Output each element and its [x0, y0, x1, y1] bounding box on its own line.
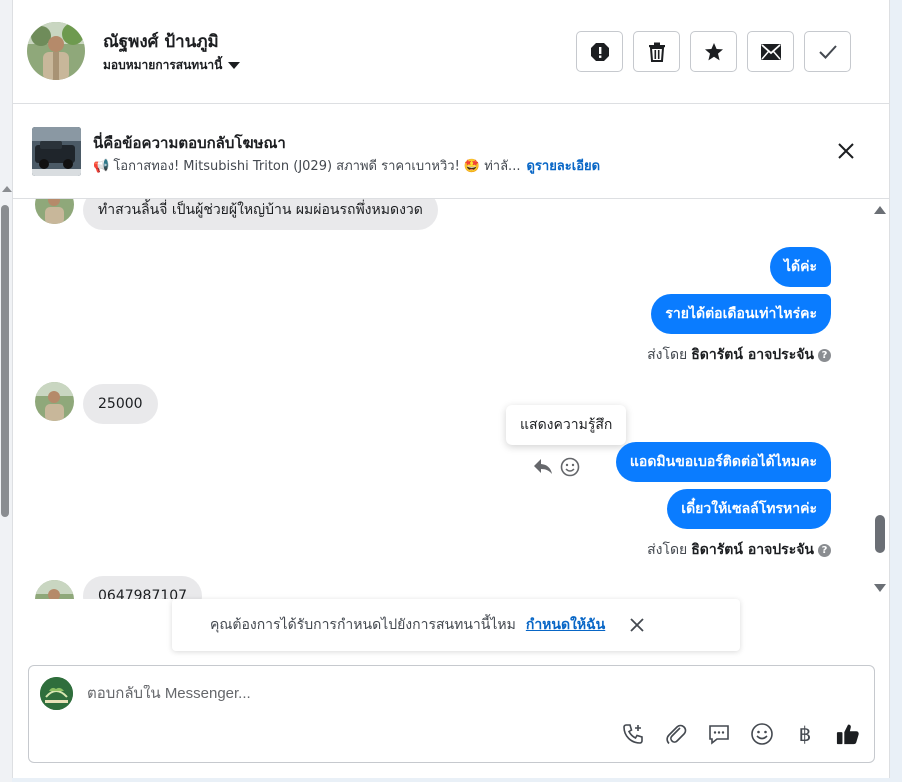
- emoji-button[interactable]: [750, 722, 774, 746]
- reply-icon: [534, 459, 552, 474]
- check-icon: [818, 44, 837, 59]
- left-scrollbar-thumb[interactable]: [1, 205, 9, 517]
- mark-unread-button[interactable]: [747, 31, 794, 72]
- paperclip-icon: [666, 724, 687, 745]
- header-actions: [576, 31, 851, 72]
- outgoing-message[interactable]: เดี๋ยวให้เซลล์โทรหาค่ะ: [667, 489, 831, 529]
- mark-done-button[interactable]: [804, 31, 851, 72]
- help-icon[interactable]: ?: [818, 543, 831, 557]
- outgoing-message[interactable]: รายได้ต่อเดือนเท่าไหร่คะ: [651, 294, 831, 334]
- ad-reply-title: นี่คือข้อความตอบกลับโฆษณา: [93, 134, 286, 152]
- conversation-header: ณัฐพงศ์ ป้านภูมิ มอบหมายการสนทนานี้: [13, 0, 889, 104]
- scroll-up-arrow[interactable]: [874, 206, 886, 214]
- outgoing-message[interactable]: ได้ค่ะ: [769, 247, 831, 287]
- ad-subtitle-text: 📢 โอกาสทอง! Mitsubishi Triton (J029) สภา…: [93, 159, 521, 174]
- incoming-message[interactable]: ทำสวนลิ้นจี่ เป็นผู้ช่วยผู้ใหญ่บ้าน ผมผ่…: [83, 199, 438, 230]
- sent-by-label: ส่งโดย ธิดารัตน์ อาจประจัน ?: [647, 344, 831, 366]
- mark-spam-button[interactable]: [576, 31, 623, 72]
- baht-icon: ฿: [798, 722, 812, 746]
- contact-avatar-small[interactable]: [35, 199, 74, 224]
- delete-button[interactable]: [633, 31, 680, 72]
- sent-by-label: ส่งโดย ธิดารัตน์ อาจประจัน ?: [647, 539, 831, 561]
- chat-bubble-icon: [709, 725, 729, 745]
- sent-by-prefix: ส่งโดย: [647, 347, 688, 363]
- composer-toolbar: ฿: [621, 722, 860, 746]
- like-button[interactable]: [836, 722, 860, 746]
- view-ad-details-link[interactable]: ดูรายละเอียด: [526, 159, 600, 174]
- mail-icon: [760, 43, 781, 60]
- message-composer: ฿: [28, 665, 875, 763]
- assign-to-me-prompt: คุณต้องการได้รับการกำหนดไปยังการสนทนานี้…: [172, 599, 740, 651]
- incoming-message[interactable]: 25000: [83, 384, 158, 424]
- star-icon: [704, 42, 723, 60]
- scrollbar-thumb[interactable]: [875, 515, 885, 553]
- scroll-down-arrow[interactable]: [874, 584, 886, 592]
- outgoing-message[interactable]: แอดมินขอเบอร์ติดต่อได้ไหมคะ: [615, 442, 831, 482]
- phone-plus-icon: [623, 724, 643, 744]
- contact-avatar-small[interactable]: [35, 382, 74, 421]
- contact-name[interactable]: ณัฐพงศ์ ป้านภูมิ: [103, 28, 219, 55]
- close-icon: [630, 618, 644, 632]
- smiley-icon: [560, 457, 580, 477]
- sender-name: ธิดารัตน์ อาจประจัน: [691, 347, 814, 363]
- attach-file-button[interactable]: [664, 722, 688, 746]
- ad-reply-banner: นี่คือข้อความตอบกลับโฆษณา 📢 โอกาสทอง! Mi…: [13, 104, 889, 199]
- emoji-icon: [751, 723, 773, 745]
- conversation-panel: ณัฐพงศ์ ป้านภูมิ มอบหมายการสนทนานี้ นี่ค…: [12, 0, 890, 778]
- incoming-message[interactable]: 0647987107: [83, 576, 203, 599]
- ad-subtitle: 📢 โอกาสทอง! Mitsubishi Triton (J029) สภา…: [93, 155, 600, 176]
- caret-down-icon: [228, 62, 241, 69]
- star-button[interactable]: [690, 31, 737, 72]
- close-icon: [838, 143, 854, 159]
- page-avatar: [40, 677, 73, 710]
- call-button[interactable]: [621, 722, 645, 746]
- assign-label: มอบหมายการสนทนานี้: [103, 58, 223, 72]
- message-thread: ทำสวนลิ้นจี่ เป็นผู้ช่วยผู้ใหญ่บ้าน ผมผ่…: [13, 199, 875, 599]
- contact-avatar[interactable]: [27, 22, 85, 80]
- left-window-strip: [0, 0, 12, 782]
- contact-avatar-small[interactable]: [35, 580, 74, 599]
- help-icon[interactable]: ?: [818, 348, 831, 362]
- payment-button[interactable]: ฿: [793, 722, 817, 746]
- react-action[interactable]: [560, 457, 580, 477]
- react-tooltip: แสดงความรู้สึก: [506, 405, 627, 445]
- reply-input[interactable]: [87, 685, 847, 702]
- assign-conversation-dropdown[interactable]: มอบหมายการสนทนานี้: [103, 56, 241, 75]
- sent-by-prefix: ส่งโดย: [647, 542, 688, 558]
- dismiss-assign-prompt-button[interactable]: [629, 617, 645, 633]
- spam-icon: [590, 42, 609, 61]
- left-scroll-up-arrow[interactable]: [2, 186, 12, 192]
- ad-thumbnail[interactable]: [32, 127, 81, 176]
- saved-replies-button[interactable]: [707, 722, 731, 746]
- close-ad-banner-button[interactable]: [835, 140, 857, 162]
- assign-to-me-link[interactable]: กำหนดให้ฉัน: [526, 614, 605, 636]
- assign-prompt-text: คุณต้องการได้รับการกำหนดไปยังการสนทนานี้…: [210, 617, 516, 633]
- trash-icon: [648, 42, 665, 62]
- thumbs-up-icon: [836, 724, 859, 745]
- sender-name: ธิดารัตน์ อาจประจัน: [691, 542, 814, 558]
- reply-action[interactable]: [532, 455, 554, 477]
